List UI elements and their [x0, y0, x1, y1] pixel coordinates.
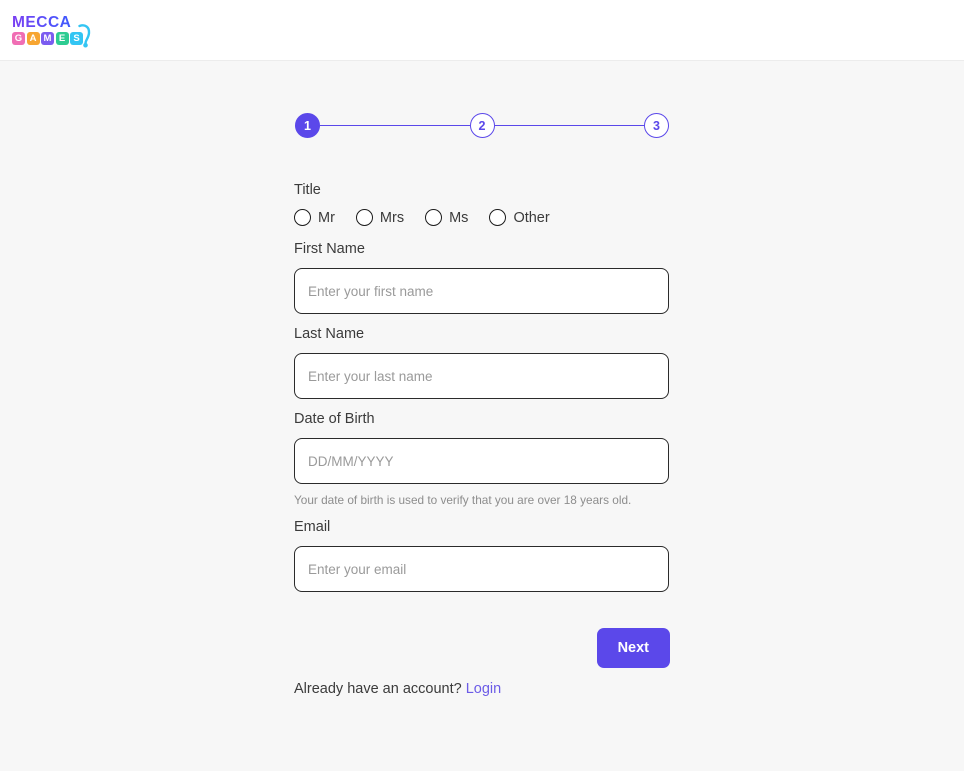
stepper-connector-1 [320, 124, 470, 127]
logo-tile-g: G [12, 32, 25, 46]
logo-tile-m: M [41, 32, 54, 46]
title-field: Title Mr Mrs Ms Other [294, 182, 670, 226]
last-name-input[interactable] [294, 353, 669, 399]
radio-label-ms: Ms [449, 209, 469, 226]
logo-wordmark-text: MECCA [12, 13, 72, 31]
radio-option-mrs[interactable]: Mrs [355, 209, 405, 226]
first-name-input[interactable] [294, 268, 669, 314]
game-controller-icon [78, 23, 91, 48]
radio-label-other: Other [513, 209, 550, 226]
stepper-step-2[interactable]: 2 [469, 113, 495, 138]
email-input[interactable] [294, 546, 669, 592]
radio-option-ms[interactable]: Ms [425, 209, 468, 226]
radio-option-mr[interactable]: Mr [294, 209, 335, 226]
logo-tile-a: A [26, 32, 40, 46]
date-of-birth-label: Date of Birth [294, 411, 375, 427]
radio-circle-icon[interactable] [294, 209, 311, 226]
brand-logo[interactable]: MECCA G A M E S [12, 15, 91, 48]
first-name-label: First Name [294, 241, 365, 257]
login-link[interactable]: Login [466, 681, 501, 697]
title-radio-group: Mr Mrs Ms Other [294, 209, 670, 226]
next-button[interactable]: Next [596, 628, 670, 668]
account-prompt-row: Already have an account? Login [294, 681, 670, 697]
logo-tile-e: E [55, 32, 69, 46]
stepper-connector-2 [494, 124, 644, 127]
title-label: Title [294, 182, 321, 198]
date-of-birth-field: Date of Birth Your date of birth is used… [294, 411, 670, 507]
progress-stepper: 1 2 3 [294, 113, 670, 138]
logo-wordmark: MECCA [12, 15, 71, 31]
email-label: Email [294, 519, 331, 535]
stepper-step-3[interactable]: 3 [644, 113, 669, 138]
last-name-field: Last Name [294, 326, 670, 399]
email-field: Email [294, 519, 670, 592]
radio-circle-icon[interactable] [355, 209, 373, 226]
radio-circle-icon[interactable] [489, 209, 507, 226]
date-of-birth-helper-text: Your date of birth is used to verify tha… [294, 493, 632, 507]
logo-tile-group: G A M E S [12, 32, 83, 46]
registration-page: 1 2 3 Title Mr Mrs Ms Other First Name E… [0, 61, 964, 771]
date-of-birth-input[interactable] [294, 438, 669, 484]
account-prompt-text: Already have an account? [294, 681, 462, 697]
radio-label-mrs: Mrs [379, 209, 405, 226]
stepper-step-1[interactable]: 1 [295, 113, 320, 138]
radio-option-other[interactable]: Other [489, 209, 550, 226]
radio-label-mr: Mr [318, 209, 335, 226]
first-name-field: First Name [294, 241, 670, 314]
radio-circle-icon[interactable] [425, 209, 443, 226]
form-actions: Next [294, 628, 670, 668]
site-header: MECCA G A M E S [0, 0, 964, 61]
last-name-label: Last Name [294, 326, 365, 342]
registration-form: 1 2 3 Title Mr Mrs Ms Other First Name E… [294, 61, 670, 697]
